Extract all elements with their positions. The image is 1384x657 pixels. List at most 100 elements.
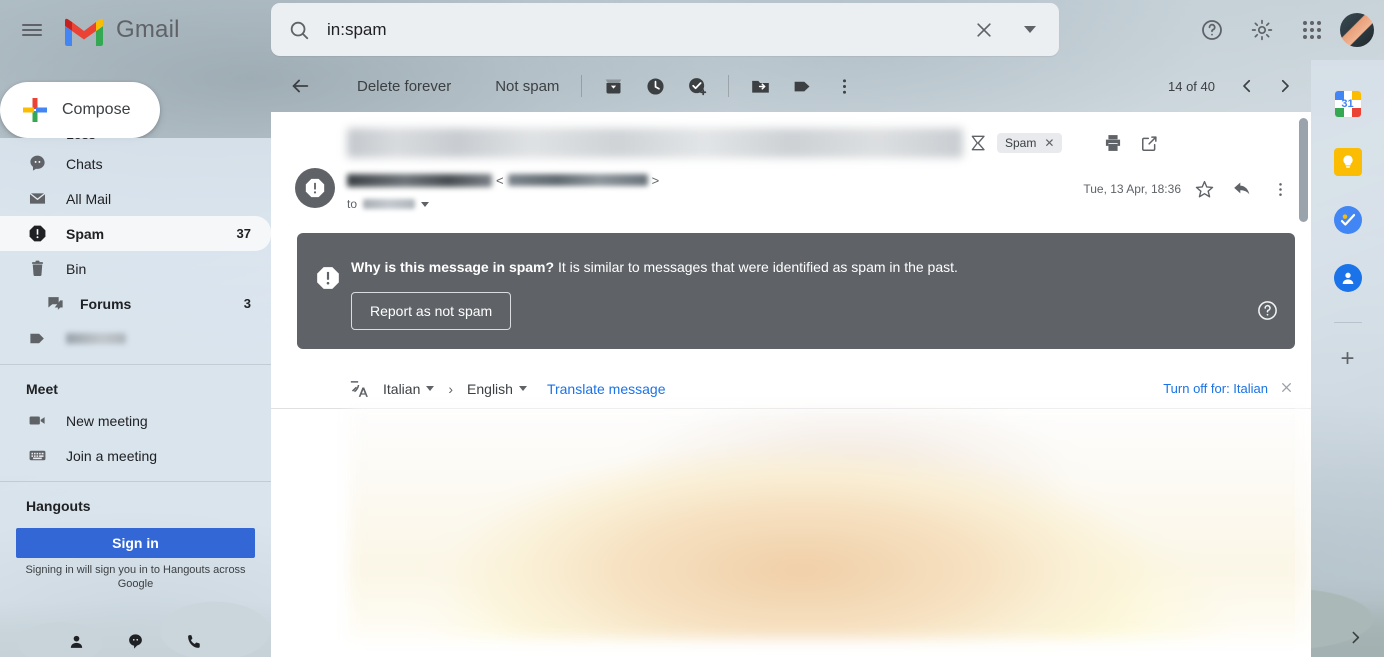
gear-icon[interactable] — [1240, 8, 1284, 52]
meet-section-title: Meet — [26, 381, 58, 397]
more-vertical-icon[interactable] — [1265, 174, 1295, 204]
phone-icon[interactable] — [186, 633, 203, 650]
sidebar-nav: Less Chats All Mail — [0, 138, 271, 657]
sidebar-item-less[interactable]: Less — [0, 138, 271, 146]
inbox-icon — [969, 133, 989, 153]
star-icon[interactable] — [1189, 174, 1219, 204]
sidebar-divider-2 — [0, 481, 271, 482]
label-chip-spam[interactable]: Spam ✕ — [997, 133, 1063, 153]
source-language-dropdown[interactable]: Italian — [383, 381, 435, 397]
apps-grid-icon[interactable] — [1290, 8, 1334, 52]
sidebar-item-label: Bin — [66, 260, 87, 277]
sender-name — [347, 173, 492, 187]
delete-forever-button[interactable]: Delete forever — [345, 70, 463, 103]
search-icon[interactable] — [275, 6, 323, 54]
close-icon[interactable] — [1280, 381, 1293, 397]
sidebar-item-label: Less — [66, 138, 271, 142]
side-panel-calendar-icon[interactable]: 31 — [1330, 86, 1366, 122]
to-label: to — [347, 197, 358, 211]
spam-banner-description: It is similar to messages that were iden… — [557, 259, 958, 275]
brand[interactable]: Gmail — [62, 13, 180, 47]
sidebar-divider — [0, 364, 271, 365]
sidebar-item-label — [66, 333, 126, 344]
add-to-tasks-icon[interactable] — [676, 65, 718, 107]
label-chip-text: Spam — [1005, 136, 1037, 150]
chevron-down-icon — [518, 386, 527, 391]
reply-icon[interactable] — [1227, 174, 1257, 204]
clock-icon[interactable] — [634, 65, 676, 107]
contacts-icon[interactable] — [68, 633, 85, 650]
side-panel-keep-icon[interactable] — [1330, 144, 1366, 180]
message-count: 14 of 40 — [1168, 78, 1215, 94]
report-as-not-spam-button[interactable]: Report as not spam — [351, 292, 512, 330]
message-meta: Tue, 13 Apr, 18:36 — [1083, 174, 1295, 204]
search-bar[interactable] — [271, 3, 1059, 56]
reading-pane-container: Delete forever Not spam 14 of 40 Spam ✕ … — [271, 60, 1311, 657]
avatar[interactable] — [1340, 13, 1374, 47]
mail-stack-icon — [26, 189, 48, 208]
video-camera-icon — [26, 411, 48, 430]
more-vertical-icon[interactable] — [823, 65, 865, 107]
sidebar-item-spam[interactable]: Spam 37 — [0, 216, 271, 251]
open-in-new-icon[interactable] — [1134, 128, 1164, 158]
turn-off-translation-link[interactable]: Turn off for: Italian — [1163, 381, 1268, 396]
back-arrow-icon[interactable] — [279, 65, 321, 107]
label-icon[interactable] — [781, 65, 823, 107]
side-panel-tasks-icon[interactable] — [1330, 202, 1366, 238]
sidebar-item-forums[interactable]: Forums 3 — [0, 286, 271, 321]
hangouts-icon[interactable] — [127, 633, 144, 650]
sidebar-item-count: 3 — [243, 296, 251, 311]
translate-arrow-icon: › — [448, 380, 454, 397]
target-language-label: English — [467, 380, 513, 397]
target-language-dropdown[interactable]: English — [467, 381, 527, 397]
close-icon[interactable]: ✕ — [1044, 136, 1054, 150]
expand-side-panel-chevron-right-icon[interactable] — [1347, 629, 1364, 651]
reading-pane-scrollbar[interactable] — [1295, 112, 1311, 657]
sender-email — [507, 174, 648, 186]
hangouts-sign-in-button[interactable]: Sign in — [16, 528, 255, 558]
subject-actions — [1098, 128, 1164, 158]
calendar-day: 31 — [1341, 98, 1354, 110]
close-icon[interactable] — [961, 7, 1007, 53]
add-addon-button[interactable]: + — [1330, 341, 1366, 377]
sender-row: < > to Tue, 13 Apr, 18:36 — [271, 162, 1311, 211]
archive-icon[interactable] — [592, 65, 634, 107]
compose-label: Compose — [62, 101, 131, 118]
recipient-line: to — [347, 197, 1083, 211]
sidebar-item-new-meeting[interactable]: New meeting — [0, 403, 271, 438]
translate-message-link[interactable]: Translate message — [547, 381, 666, 397]
message-date: Tue, 13 Apr, 18:36 — [1083, 182, 1181, 196]
help-icon[interactable] — [1190, 8, 1234, 52]
not-spam-button[interactable]: Not spam — [483, 70, 571, 103]
sidebar-item-count: 37 — [236, 226, 251, 241]
sidebar-item-bin[interactable]: Bin — [0, 251, 271, 286]
help-circle-icon[interactable] — [1256, 299, 1279, 327]
sidebar-item-label-redacted[interactable] — [0, 321, 271, 356]
subject-text — [347, 128, 963, 158]
sidebar-item-label: New meeting — [66, 412, 148, 429]
recipient-chevron-down-icon[interactable] — [421, 201, 430, 207]
sidebar-item-join-meeting[interactable]: Join a meeting — [0, 438, 271, 473]
brand-name: Gmail — [116, 16, 180, 43]
app-header: Gmail — [0, 0, 1384, 60]
search-input[interactable] — [323, 18, 961, 41]
scrollbar-thumb[interactable] — [1299, 118, 1308, 222]
move-to-folder-icon[interactable] — [739, 65, 781, 107]
spam-banner-text: Why is this message in spam? It is simil… — [351, 247, 1279, 278]
chevron-down-icon — [426, 386, 435, 391]
gmail-logo-icon — [62, 13, 106, 47]
angle-open: < — [496, 172, 504, 188]
side-panel-contacts-icon[interactable] — [1330, 260, 1366, 296]
toolbar-divider-2 — [728, 75, 730, 97]
search-options-chevron-down-icon[interactable] — [1007, 7, 1053, 53]
sidebar-item-label: Chats — [66, 155, 103, 172]
chevron-left-icon[interactable] — [1229, 68, 1265, 104]
print-icon[interactable] — [1098, 128, 1128, 158]
side-panel-divider — [1333, 322, 1362, 323]
spam-banner: Why is this message in spam? It is simil… — [297, 233, 1295, 349]
hamburger-icon[interactable] — [8, 6, 56, 54]
chevron-right-icon[interactable] — [1267, 68, 1303, 104]
sidebar-item-all-mail[interactable]: All Mail — [0, 181, 271, 216]
compose-button[interactable]: Compose — [0, 82, 160, 138]
sidebar-item-chats[interactable]: Chats — [0, 146, 271, 181]
